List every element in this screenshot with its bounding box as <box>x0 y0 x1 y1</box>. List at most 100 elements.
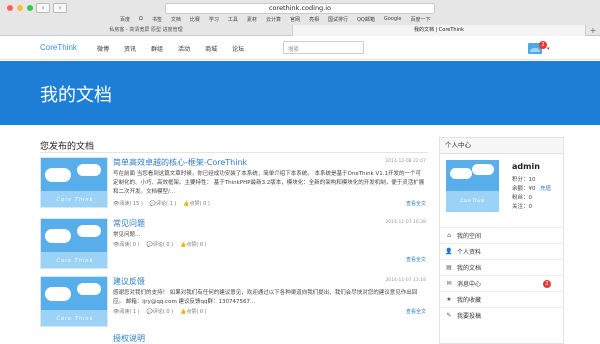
tab-strip: 私房客 - 高清宽屏 原型 进度管理 我的文档 | CoreThink + <box>0 25 600 36</box>
message-badge: 2 <box>543 280 551 288</box>
sidebar-item-messages[interactable]: ✉ 消息中心 2 <box>440 275 563 291</box>
bookmark[interactable]: 比赛 <box>190 16 200 23</box>
post-excerpt: 常见问题... <box>113 232 141 238</box>
home-icon: ⌂ <box>447 232 451 239</box>
bookmark[interactable]: 工具 <box>228 16 238 23</box>
menu-item-news[interactable]: 资讯 <box>124 44 136 53</box>
bookmark[interactable]: 亮相 <box>309 16 319 23</box>
bookmarks-bar: 百度 Ω 书签 文档 比赛 学习 工具 素材 云计算 官网 亮相 国试排行 QQ… <box>120 16 431 23</box>
bookmark[interactable]: 书签 <box>152 16 162 23</box>
user-center-panel: 个人中心 Core Think admin 积分：10 余额：¥0 充值 粉丝：… <box>439 137 564 344</box>
post-excerpt: 感谢您对我们的支持！ 如果对我们有任何的建议意见，欢迎通过以下各种渠道向我们提出… <box>113 290 418 305</box>
bookmark[interactable]: 素材 <box>247 16 257 23</box>
post-stats: 👁阅读( 1 ) 💬评论( 0 ) 👍点赞( 0 ) <box>113 308 207 315</box>
sidebar-item-label: 个人资料 <box>457 249 482 256</box>
profile-avatar[interactable]: Core Think <box>446 160 499 212</box>
list-item: Core Think 简单高效卓越的核心-框架-CoreThink 2014-1… <box>40 157 428 217</box>
sidebar-item-label: 消息中心 <box>457 281 482 288</box>
page-title: 我的文档 <box>40 85 112 106</box>
views-count: 👁阅读( 1 ) <box>113 309 140 315</box>
divider <box>40 152 428 153</box>
post-thumbnail[interactable]: Core Think <box>40 157 108 208</box>
notification-badge: 2 <box>539 41 547 49</box>
post-stats: 👁阅读( 0 ) 💬评论( 0 ) 👍点赞( 0 ) <box>113 241 207 248</box>
post-date: 2014-12-08 22:07 <box>385 159 426 164</box>
bookmark[interactable]: Google <box>384 16 402 23</box>
bookmark[interactable]: Ω <box>139 16 143 23</box>
bookmark[interactable]: 百度 <box>120 16 130 23</box>
section-title: 您发布的文档 <box>40 142 95 152</box>
new-tab-button[interactable]: + <box>586 25 600 36</box>
browser-tab-active[interactable]: 我的文档 | CoreThink <box>293 25 586 36</box>
sidebar-item-label: 我的文档 <box>457 265 482 272</box>
document-icon: ▤ <box>446 264 452 271</box>
page-banner: 我的文档 <box>0 61 600 125</box>
bookmark[interactable]: 官网 <box>290 16 300 23</box>
sidebar-item-label: 我要投稿 <box>457 313 482 320</box>
menu-item-groups[interactable]: 群组 <box>151 44 163 53</box>
read-more-link[interactable]: 查看全文 <box>406 256 426 263</box>
bookmark[interactable]: 学习 <box>209 16 219 23</box>
list-item: Core Think 常见问题 2014-11-07 16:38 常见问题...… <box>40 218 428 269</box>
search-input[interactable]: 搜索 <box>283 41 364 54</box>
post-title[interactable]: 授权说明 <box>113 333 145 344</box>
follow-stat: 关注：0 <box>512 204 532 210</box>
address-bar[interactable]: corethink.coding.io <box>165 3 435 14</box>
edit-icon: ✎ <box>446 312 452 319</box>
post-thumbnail[interactable]: Core Think <box>40 218 108 269</box>
post-title[interactable]: 常见问题 <box>113 218 145 229</box>
sidebar-item-favorites[interactable]: ★ 我的收藏 <box>440 291 563 307</box>
fans-stat: 粉丝：0 <box>512 195 532 201</box>
bookmark[interactable]: QQ邮箱 <box>357 16 375 23</box>
menu-item-weibo[interactable]: 微博 <box>97 44 109 53</box>
bookmark[interactable]: 文档 <box>171 16 181 23</box>
site-logo[interactable]: CoreThink <box>40 43 77 52</box>
recharge-link[interactable]: 充值 <box>540 184 551 192</box>
bookmark[interactable]: 国试排行 <box>328 16 348 23</box>
message-icon: ✉ <box>446 280 452 287</box>
list-item: 授权说明 <box>40 333 428 344</box>
star-icon: ★ <box>446 296 452 303</box>
sidebar-item-label: 我的收藏 <box>457 297 482 304</box>
chevron-down-icon[interactable]: ▾ <box>547 46 550 52</box>
post-date: 2014-11-07 16:38 <box>385 220 426 225</box>
bookmark[interactable]: 百度一下 <box>411 16 431 23</box>
sidebar-menu: ⌂ 我的空间 👤 个人资料 ▤ 我的文档 ✉ 消息中心 2 ★ 我的收藏 ✎ 我… <box>440 227 563 323</box>
zoom-window-button[interactable] <box>27 5 33 11</box>
likes-count: 👍点赞( 0 ) <box>180 309 207 315</box>
sidebar-item-profile[interactable]: 👤 个人资料 <box>440 243 563 259</box>
browser-tab[interactable]: 私房客 - 高清宽屏 原型 进度管理 <box>0 25 293 36</box>
points-stat: 积分：10 <box>512 177 536 183</box>
likes-count: 👍点赞( 0 ) <box>183 201 210 207</box>
menu-item-shop[interactable]: 商城 <box>205 44 217 53</box>
post-thumbnail[interactable]: Core Think <box>40 276 108 327</box>
back-button[interactable]: ‹ <box>36 3 50 13</box>
main-menu: 微博 资讯 群组 活动 商城 论坛 <box>97 44 244 53</box>
list-item: Core Think 建议反馈 2014-11-07 13:18 感谢您对我们的… <box>40 276 428 330</box>
post-date: 2014-11-07 13:18 <box>385 278 426 283</box>
panel-title: 个人中心 <box>440 138 563 154</box>
read-more-link[interactable]: 查看全文 <box>406 200 426 207</box>
views-count: 👁阅读( 0 ) <box>113 242 140 248</box>
sidebar-item-my-space[interactable]: ⌂ 我的空间 <box>440 227 563 243</box>
site-navbar: CoreThink 微博 资讯 群组 活动 商城 论坛 搜索 2 ▾ <box>0 36 600 60</box>
sidebar-item-my-docs[interactable]: ▤ 我的文档 <box>440 259 563 275</box>
comments-count: 💬评论( 1 ) <box>149 201 177 207</box>
sidebar-item-submit[interactable]: ✎ 我要投稿 <box>440 307 563 323</box>
bookmark[interactable]: 云计算 <box>266 16 281 23</box>
comments-count: 💬评论( 0 ) <box>146 309 174 315</box>
menu-item-events[interactable]: 活动 <box>178 44 190 53</box>
window-controls <box>7 5 33 11</box>
read-more-link[interactable]: 查看全文 <box>406 308 426 315</box>
username[interactable]: admin <box>512 162 540 171</box>
minimize-window-button[interactable] <box>17 5 23 11</box>
sidebar-item-label: 我的空间 <box>457 233 482 240</box>
post-title[interactable]: 简单高效卓越的核心-框架-CoreThink <box>113 157 247 168</box>
post-excerpt: 写在前面 当您看到这篇文章时候，你已经成功安装了本系统，简单介绍下本系统。 本系… <box>113 171 425 195</box>
menu-item-forum[interactable]: 论坛 <box>232 44 244 53</box>
forward-button[interactable]: › <box>53 3 67 13</box>
user-icon: 👤 <box>445 248 453 255</box>
close-window-button[interactable] <box>7 5 13 11</box>
post-title[interactable]: 建议反馈 <box>113 276 145 287</box>
post-stats: 👁阅读( 15 ) 💬评论( 1 ) 👍点赞( 0 ) <box>113 200 210 207</box>
